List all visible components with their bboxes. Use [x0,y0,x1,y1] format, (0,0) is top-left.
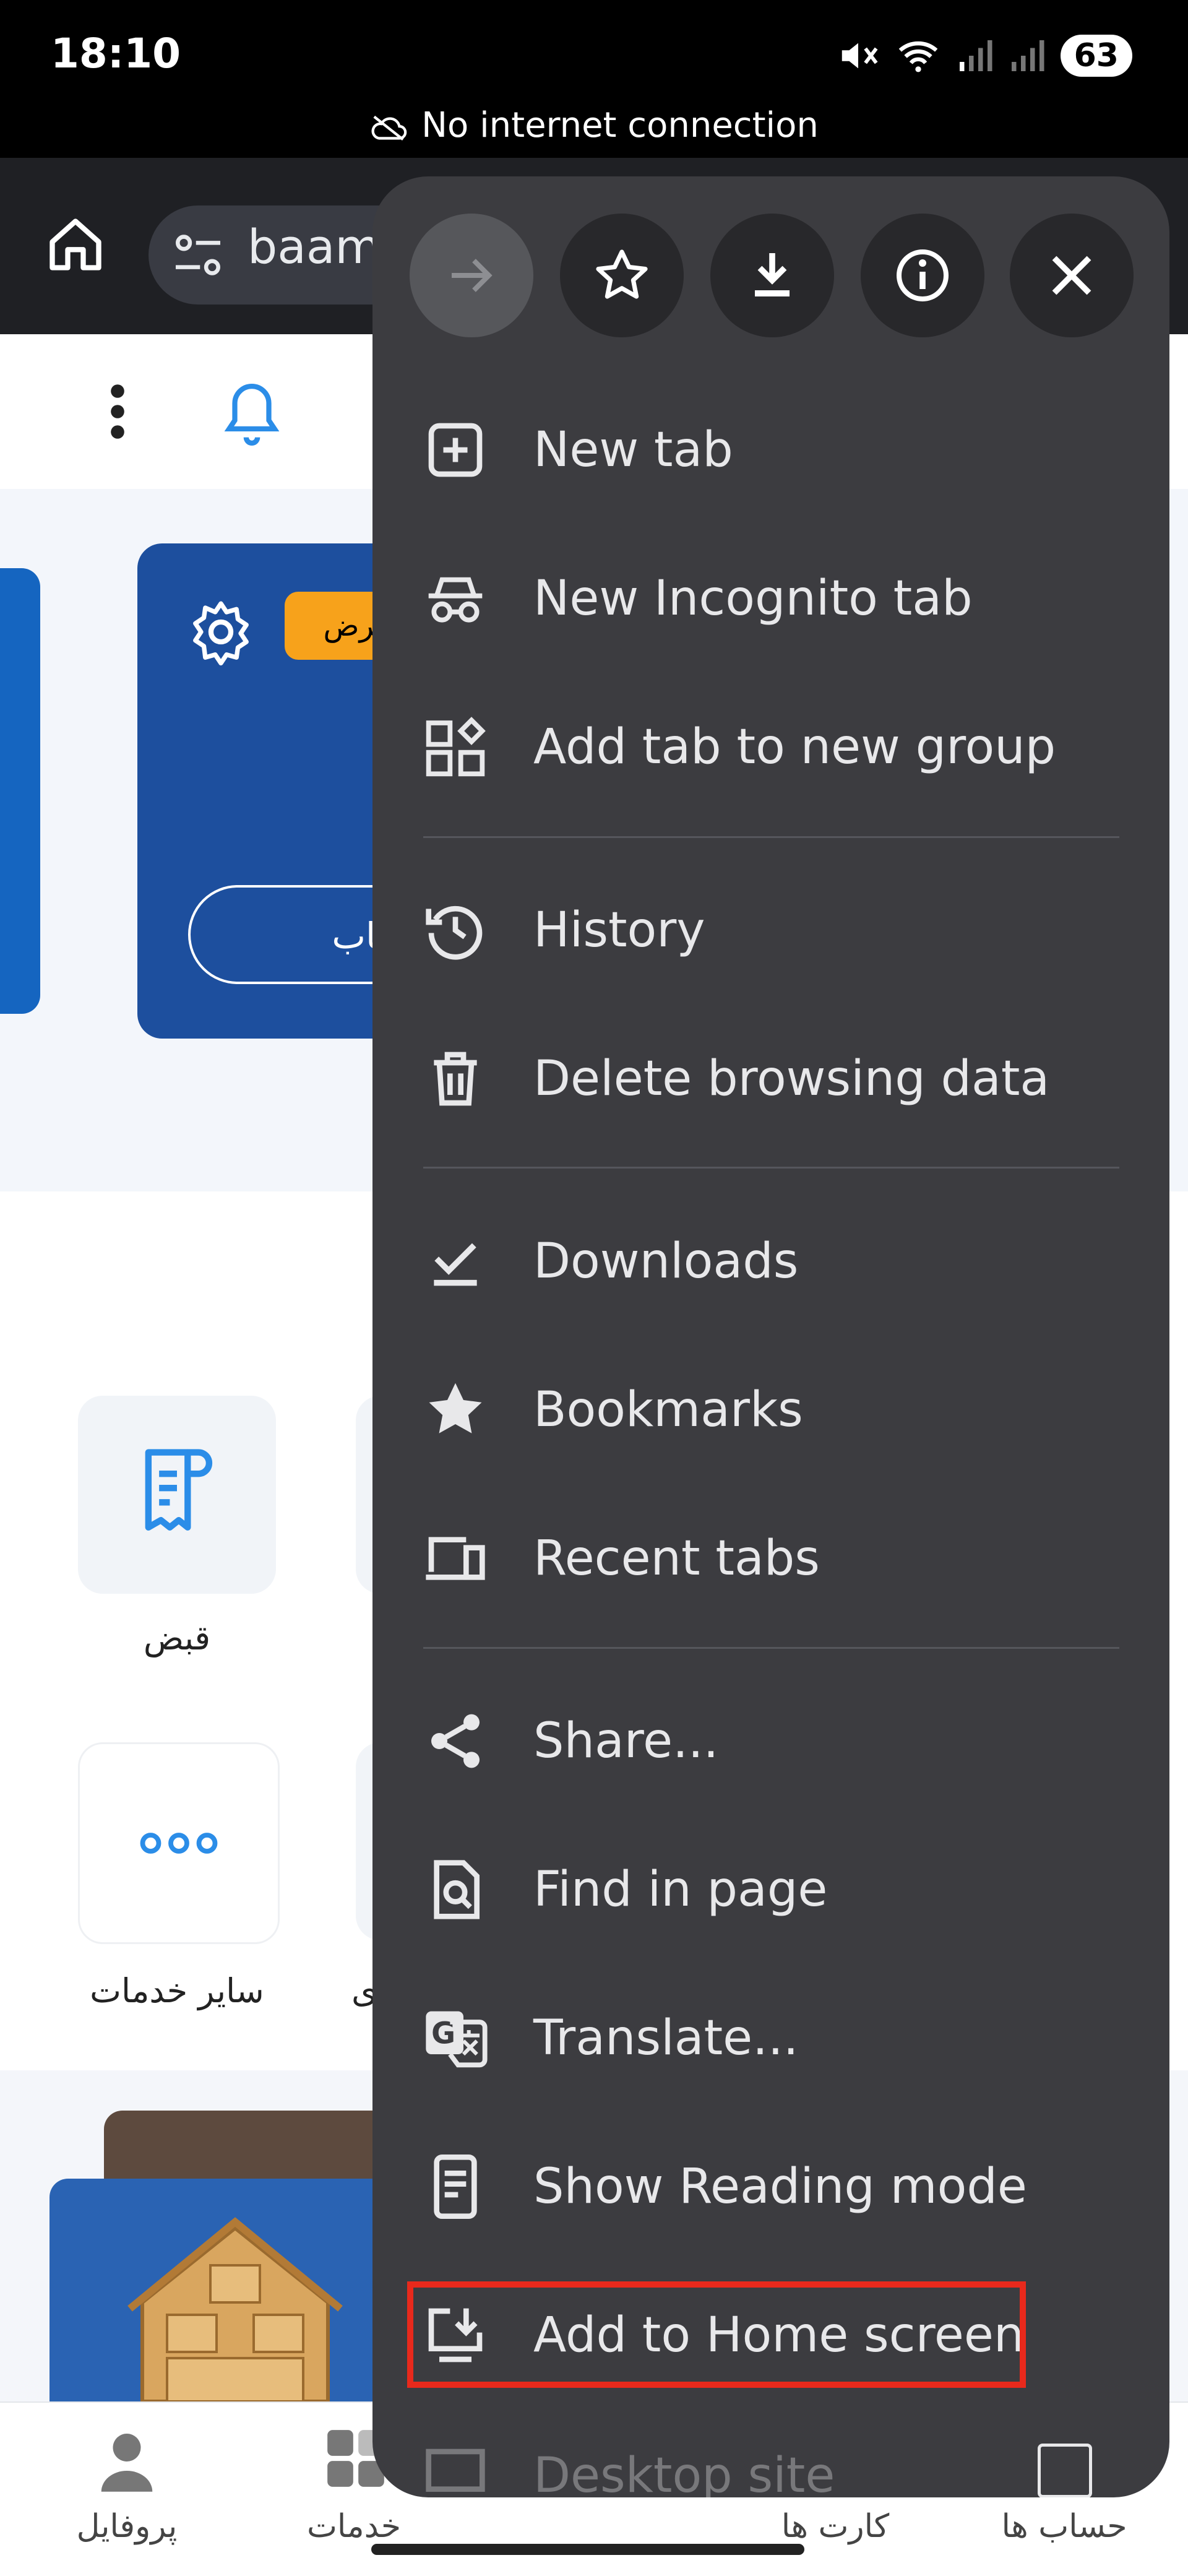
service-label-more: سایر خدمات [90,1971,264,2010]
signal-icon-2 [1011,40,1044,71]
menu-item-incognito[interactable]: New Incognito tab [372,524,1169,673]
menu-item-history[interactable]: History [372,856,1169,1005]
service-tile-bill[interactable] [78,1396,276,1594]
menu-item-delete-data[interactable]: Delete browsing data [372,1005,1169,1153]
menu-item-translate[interactable]: G Translate... [372,1964,1169,2112]
status-bar: 18:10 63 No internet connection [0,0,1188,158]
menu-divider [423,836,1119,838]
menu-label: New Incognito tab [533,571,973,626]
menu-item-share[interactable]: Share... [372,1667,1169,1815]
desktop-site-checkbox[interactable] [1038,2444,1092,2497]
menu-label: Desktop site [533,2448,835,2497]
menu-item-new-tab[interactable]: New tab [372,376,1169,524]
menu-item-find[interactable]: Find in page [372,1815,1169,1964]
forward-icon [452,259,493,292]
menu-item-tab-group[interactable]: Add tab to new group [372,673,1169,821]
service-label-bill: قبض [143,1619,211,1658]
desktop-site-icon [426,2448,485,2492]
highlight-box [407,2281,1026,2388]
star-icon [596,249,648,299]
downloads-icon [434,1243,477,1286]
network-status: No internet connection [0,105,1188,145]
menu-label: Delete browsing data [533,1051,1050,1107]
menu-item-recent-tabs[interactable]: Recent tabs [372,1484,1169,1633]
home-icon[interactable] [45,214,106,275]
close-icon [1052,256,1091,295]
gesture-handle[interactable] [371,2544,804,2555]
info-icon [897,249,949,301]
trash-icon [434,1052,477,1106]
menu-label: Bookmarks [533,1382,803,1438]
menu-label: New tab [533,422,733,478]
menu-item-bookmarks[interactable]: Bookmarks [372,1336,1169,1484]
menu-label: Add tab to new group [533,719,1056,775]
url-text: baam [248,219,381,274]
page-info-button[interactable] [861,214,984,337]
menu-item-desktop-site[interactable]: Desktop site [372,2401,1169,2497]
receipt-icon [145,1449,213,1531]
menu-label: Downloads [533,1234,799,1289]
side-card[interactable] [0,568,40,1014]
new-tab-icon [428,423,483,477]
site-settings-icon[interactable] [173,233,223,277]
profile-icon[interactable] [99,2427,155,2496]
menu-label: History [533,902,705,958]
bookmark-button[interactable] [560,214,684,337]
translate-icon: G [426,2011,488,2068]
signal-icon-1 [959,40,992,71]
bookmarks-icon [429,1383,482,1433]
service-tile-more[interactable] [78,1742,280,1944]
mute-icon [842,43,878,69]
history-icon [426,905,483,960]
incognito-icon [428,577,483,623]
status-icons: 63 [837,31,1132,80]
menu-label: Share... [533,1713,719,1769]
menu-divider [423,1167,1119,1169]
house-illustration [127,2217,343,2401]
status-time: 18:10 [51,30,181,77]
network-message: No internet connection [421,105,819,145]
battery-badge: 63 [1060,35,1132,77]
share-icon [431,1714,480,1768]
menu-divider [423,1647,1119,1649]
close-menu-button[interactable] [1010,214,1134,337]
download-icon [755,253,790,296]
cloud-off-icon [371,115,407,140]
tab-group-icon [426,717,486,777]
wifi-icon [898,41,937,72]
browser-overflow-menu: New tab New Incognito tab Add tab to new… [372,176,1169,2497]
more-dots-icon [140,1833,218,1854]
reading-mode-icon [434,2155,477,2219]
nav-label-profile[interactable]: پروفایل [15,2508,238,2545]
forward-button[interactable] [410,214,533,337]
find-in-page-icon [434,1860,480,1919]
menu-label: Show Reading mode [533,2159,1027,2215]
nav-label-cards[interactable]: کارت ها [724,2508,947,2545]
menu-label: Recent tabs [533,1531,820,1586]
menu-item-downloads[interactable]: Downloads [372,1187,1169,1336]
gear-icon[interactable] [187,598,255,666]
recent-tabs-icon [426,1537,485,1580]
nav-label-services[interactable]: خدمات [243,2508,465,2545]
bell-icon[interactable] [218,378,286,452]
download-page-button[interactable] [710,214,834,337]
menu-label: Find in page [533,1862,828,1917]
menu-item-reading-mode[interactable]: Show Reading mode [372,2112,1169,2261]
kebab-menu-icon[interactable] [99,384,136,439]
menu-label: Translate... [533,2010,799,2066]
nav-label-accounts[interactable]: حساب ها [953,2508,1176,2545]
